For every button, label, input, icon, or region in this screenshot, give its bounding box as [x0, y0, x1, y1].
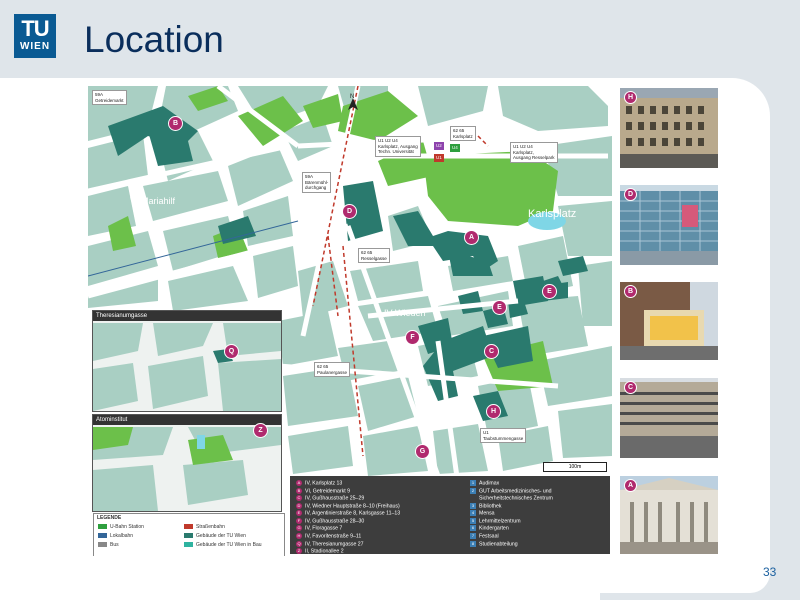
- u1-badge: U1: [434, 154, 444, 162]
- legend-title: LEGENDE: [97, 515, 122, 521]
- building-address-list: A IV, Karlsplatz 13 B VI, Getreidemarkt 9 …: [296, 480, 400, 556]
- scale-bar: 100m: [543, 462, 607, 472]
- address-row: Z II, Stadionallee 2: [296, 548, 344, 555]
- photo-label-h: H: [624, 91, 637, 104]
- photo-label-d: D: [624, 188, 637, 201]
- pin-f-map[interactable]: F: [405, 330, 420, 345]
- facility-row: 5 Lehrmittelzentrum: [470, 517, 521, 525]
- address-row: H IV, Favoritenstraße 9–11: [296, 533, 362, 540]
- photo-label-b: B: [624, 285, 637, 298]
- building-swatch: [184, 533, 193, 539]
- legend-item: Gebäude der TU Wien: [196, 533, 246, 539]
- address-row: Q IV, Theresianumgasse 27: [296, 540, 364, 547]
- facility-row: 1 Audimax: [470, 480, 500, 487]
- inset-atominstitut: Atominstitut Z: [92, 414, 282, 512]
- inset-theresianumgasse: Theresianumgasse Q: [92, 310, 282, 412]
- tu-wien-logo: TU WIEN: [14, 14, 56, 58]
- building-construction-swatch: [184, 542, 193, 548]
- address-row: C IV, Gußhausstraße 25–29: [296, 495, 365, 502]
- address-row: G IV, Floragasse 7: [296, 525, 343, 532]
- facility-list: 1 Audimax 2 GUT Arbeitsmedizinisches- und …: [470, 480, 553, 548]
- u2-badge: U2: [434, 142, 444, 150]
- svg-text:N: N: [350, 94, 354, 100]
- pin-h-map[interactable]: H: [486, 404, 501, 419]
- legend-item: Bus: [110, 542, 119, 548]
- pin-b-map[interactable]: B: [168, 116, 183, 131]
- logo-wien-text: WIEN: [19, 41, 51, 52]
- bus-stop-resselgasse: 62 65 Resselgasse: [358, 248, 390, 263]
- address-row: B VI, Getreidemarkt 9: [296, 487, 350, 494]
- facility-row: 7 Festsaal: [470, 533, 499, 540]
- address-row: E IV, Argentinierstraße 8, Karlsgasse 11–…: [296, 510, 401, 517]
- address-row: D IV, Wiedner Hauptstraße 8–10 (Freihaus): [296, 502, 400, 510]
- facility-row: 4 Mensa: [470, 510, 495, 517]
- slide-title: Location: [84, 19, 224, 60]
- u4-badge: U4: [450, 144, 460, 152]
- photo-building-h[interactable]: H: [620, 88, 718, 168]
- facility-row: 8 Studienabteilung: [470, 540, 518, 547]
- photo-building-b[interactable]: B: [620, 282, 718, 360]
- karlsplatz-label: Karlsplatz: [528, 208, 577, 220]
- logo-tu-text: TU: [21, 16, 49, 41]
- photo-building-a[interactable]: A: [620, 476, 718, 554]
- lokalbahn-icon: [98, 533, 107, 539]
- inset-title: Atominstitut: [93, 415, 281, 425]
- photo-building-c[interactable]: C: [620, 378, 718, 458]
- inset-title: Theresianumgasse: [93, 311, 281, 321]
- pin-e-map[interactable]: E: [492, 300, 507, 315]
- photo-label-c: C: [624, 381, 637, 394]
- legend-item: Straßenbahn: [196, 524, 225, 530]
- photo-label-a: A: [624, 479, 637, 492]
- facility-row: 6 Kindergarten: [470, 525, 509, 532]
- pin-e2-map[interactable]: E: [542, 284, 557, 299]
- district-label-wieden: IV Wieden: [384, 308, 426, 318]
- slide-header: TU WIEN Location: [0, 0, 800, 78]
- facility-row: 3 Bibliothek: [470, 502, 502, 510]
- tram-icon: [184, 524, 193, 530]
- pin-a-map[interactable]: A: [464, 230, 479, 245]
- legend-item: Lokalbahn: [110, 533, 134, 539]
- bus-stop-karlsplatz: 62 65 Karlsplatz: [450, 126, 476, 141]
- facility-row: Sicherheitstechnisches Zentrum: [479, 495, 553, 502]
- pin-z[interactable]: Z: [253, 423, 268, 438]
- district-label-mariahilf: VI Mariahilf: [130, 196, 176, 206]
- bus-stop-getreidemarkt: 59A Getreidemarkt: [92, 90, 127, 105]
- facility-row: 2 GUT Arbeitsmedizinisches- und: [470, 487, 552, 494]
- bus-stop-baerenmuehl: 59A Bärenmühl- durchgang: [302, 172, 332, 193]
- page-number: 33: [763, 565, 777, 579]
- map-legend: LEGENDE U-Bahn Station Lokalbahn Bus Str…: [93, 513, 285, 556]
- pin-c-map[interactable]: C: [484, 344, 499, 359]
- station-taubstummengasse: U1 Taubstummengasse: [480, 428, 527, 443]
- pin-g-map[interactable]: G: [415, 444, 430, 459]
- station-karlsplatz-resselpark: U1 U2 U4 Karlsplatz, Ausgang Resselpark: [510, 142, 558, 163]
- legend-item: U-Bahn Station: [110, 524, 144, 530]
- station-karlsplatz-tu: U1 U2 U4 Karlsplatz, Ausgang Techn. Univ…: [375, 136, 421, 157]
- bus-icon: [98, 542, 107, 548]
- location-info-box: A IV, Karlsplatz 13 B VI, Getreidemarkt 9 …: [290, 476, 610, 556]
- pin-d-map[interactable]: D: [342, 204, 357, 219]
- photo-building-d[interactable]: D: [620, 185, 718, 265]
- address-row: F IV, Gußhausstraße 28–30: [296, 517, 365, 525]
- u-bahn-icon: [98, 524, 107, 530]
- pin-q[interactable]: Q: [224, 344, 239, 359]
- campus-map: N Theresianumgasse Q Atominstitut Z LEGE…: [88, 86, 612, 556]
- legend-item: Gebäude der TU Wien in Bau: [196, 542, 262, 548]
- address-row: A IV, Karlsplatz 13: [296, 480, 343, 487]
- bus-stop-paulanergasse: 62 65 Paulanergasse: [314, 362, 351, 377]
